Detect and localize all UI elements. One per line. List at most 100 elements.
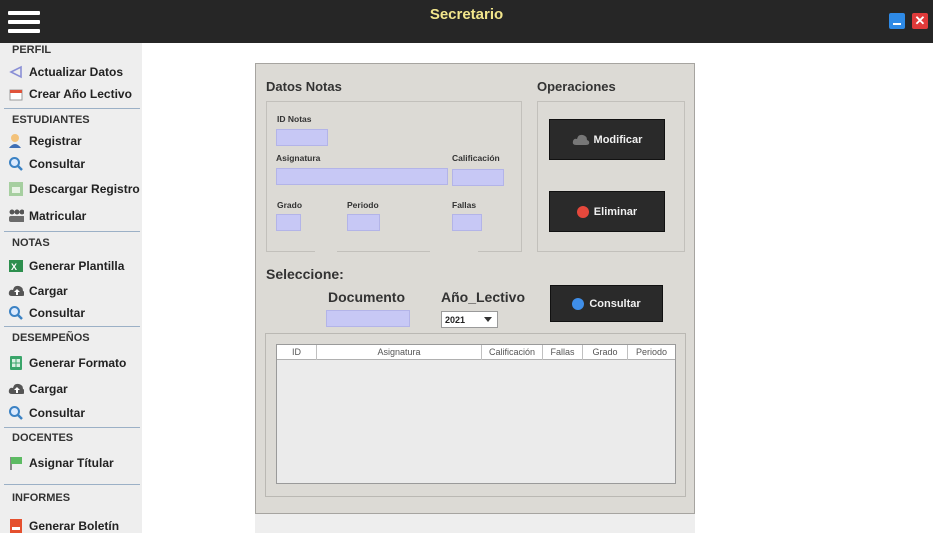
calificacion-label: Calificación [452, 153, 500, 163]
group-border-gap [315, 248, 337, 256]
sidebar-item-consultar-estudiantes[interactable]: Consultar [0, 153, 142, 175]
grado-label: Grado [277, 200, 303, 210]
search-icon [8, 405, 24, 421]
datos-notas-title: Datos Notas [266, 79, 342, 94]
minimize-button[interactable] [889, 13, 905, 29]
modificar-button[interactable]: Modificar [549, 119, 665, 160]
periodo-label: Periodo [347, 200, 379, 210]
documento-label: Documento [328, 289, 405, 305]
sidebar-item-cargar-notas[interactable]: Cargar [0, 280, 142, 302]
sidebar-item-label: Generar Boletín [29, 519, 120, 533]
delete-icon [576, 205, 589, 218]
download-icon [8, 181, 24, 197]
search-icon [8, 305, 24, 321]
sidebar-item-label: Registrar [29, 134, 82, 148]
flag-icon [8, 455, 24, 471]
group-border-gap [430, 248, 478, 256]
user-add-icon [8, 133, 24, 149]
window-title: Secretario [429, 6, 504, 23]
sidebar-item-actualizar-datos[interactable]: Actualizar Datos [0, 61, 142, 83]
id-notas-field[interactable] [276, 129, 328, 146]
sidebar-item-label: Generar Formato [29, 356, 127, 370]
panel-footer [255, 514, 695, 533]
consultar-button[interactable]: Consultar [550, 285, 663, 322]
sidebar-item-label: Cargar [29, 284, 68, 298]
sidebar-item-label: Actualizar Datos [29, 65, 124, 79]
sidebar-item-label: Asignar Títular [29, 456, 114, 470]
sidebar-item-crear-ano[interactable]: Crear Año Lectivo [0, 83, 142, 105]
asignatura-field[interactable] [276, 168, 448, 185]
cloud-upload-icon [572, 134, 589, 145]
cloud-upload-icon [8, 283, 24, 299]
sidebar-item-label: Consultar [29, 157, 86, 171]
sidebar-item-consultar-desempenos[interactable]: Consultar [0, 402, 142, 424]
column-header-asignatura[interactable]: Asignatura [317, 345, 482, 360]
results-table[interactable]: ID Asignatura Calificación Fallas Grado … [276, 344, 676, 484]
fallas-label: Fallas [452, 200, 477, 210]
section-desempenos: DESEMPEÑOS [12, 332, 90, 344]
svg-text:X: X [11, 262, 17, 272]
edit-profile-icon [8, 64, 24, 80]
section-docentes: DOCENTES [12, 432, 74, 444]
section-perfil: PERFIL [12, 44, 52, 56]
sidebar-item-label: Crear Año Lectivo [29, 87, 132, 101]
sidebar-item-matricular[interactable]: Matricular [0, 205, 142, 227]
consultar-label: Consultar [589, 297, 641, 310]
anio-lectivo-value: 2021 [445, 315, 466, 325]
id-notas-label: ID Notas [277, 114, 312, 124]
title-bar: Secretario ✕ [0, 0, 933, 43]
column-header-calificacion[interactable]: Calificación [482, 345, 543, 360]
calificacion-field[interactable] [452, 169, 504, 186]
column-header-periodo[interactable]: Periodo [628, 345, 675, 360]
chevron-down-icon[interactable] [482, 314, 494, 325]
documento-field[interactable] [326, 310, 410, 327]
operaciones-title: Operaciones [537, 79, 616, 94]
modificar-label: Modificar [593, 133, 643, 146]
table-header: ID Asignatura Calificación Fallas Grado … [277, 345, 675, 360]
section-informes: INFORMES [12, 492, 71, 504]
sidebar-item-generar-formato[interactable]: Generar Formato [0, 352, 142, 374]
seleccione-title: Seleccione: [266, 266, 344, 282]
fallas-field[interactable] [452, 214, 482, 231]
sidebar-item-consultar-notas[interactable]: Consultar [0, 302, 142, 324]
cloud-upload-icon [8, 381, 24, 397]
sidebar-item-asignar-titular[interactable]: Asignar Títular [0, 452, 142, 474]
sheet-icon [8, 355, 24, 371]
sidebar-divider [4, 427, 140, 428]
sidebar-item-label: Consultar [29, 306, 86, 320]
sidebar: PERFIL Actualizar Datos Crear Año Lectiv… [0, 43, 142, 533]
section-notas: NOTAS [12, 237, 50, 249]
sidebar-item-cargar-desempenos[interactable]: Cargar [0, 378, 142, 400]
close-button[interactable]: ✕ [912, 13, 928, 29]
calendar-icon [8, 86, 24, 102]
sidebar-item-label: Descargar Registro [29, 182, 140, 196]
eliminar-button[interactable]: Eliminar [549, 191, 665, 232]
column-header-id[interactable]: ID [277, 345, 317, 360]
sidebar-item-descargar-registro[interactable]: Descargar Registro [0, 178, 142, 200]
sidebar-divider [4, 231, 140, 232]
sidebar-item-label: Cargar [29, 382, 68, 396]
anio-lectivo-select[interactable]: 2021 [441, 311, 498, 328]
eliminar-label: Eliminar [593, 205, 638, 218]
sidebar-item-generar-plantilla[interactable]: X Generar Plantilla [0, 255, 142, 277]
anio-lectivo-label: Año_Lectivo [441, 289, 526, 305]
column-header-fallas[interactable]: Fallas [543, 345, 583, 360]
sidebar-divider [4, 108, 140, 109]
periodo-field[interactable] [347, 214, 380, 231]
section-estudiantes: ESTUDIANTES [12, 114, 90, 126]
sidebar-item-label: Generar Plantilla [29, 259, 125, 273]
excel-icon: X [8, 258, 24, 274]
asignatura-label: Asignatura [276, 153, 321, 163]
sidebar-item-registrar[interactable]: Registrar [0, 130, 142, 152]
column-header-grado[interactable]: Grado [583, 345, 628, 360]
search-icon [572, 297, 585, 310]
sidebar-item-label: Consultar [29, 406, 86, 420]
pdf-icon [8, 518, 24, 534]
sidebar-item-generar-boletin[interactable]: Generar Boletín [0, 515, 142, 537]
sidebar-item-label: Matricular [29, 209, 87, 223]
sidebar-divider [4, 326, 140, 327]
search-icon [8, 156, 24, 172]
grado-field[interactable] [276, 214, 301, 231]
group-icon [8, 208, 24, 224]
sidebar-divider [4, 484, 140, 485]
